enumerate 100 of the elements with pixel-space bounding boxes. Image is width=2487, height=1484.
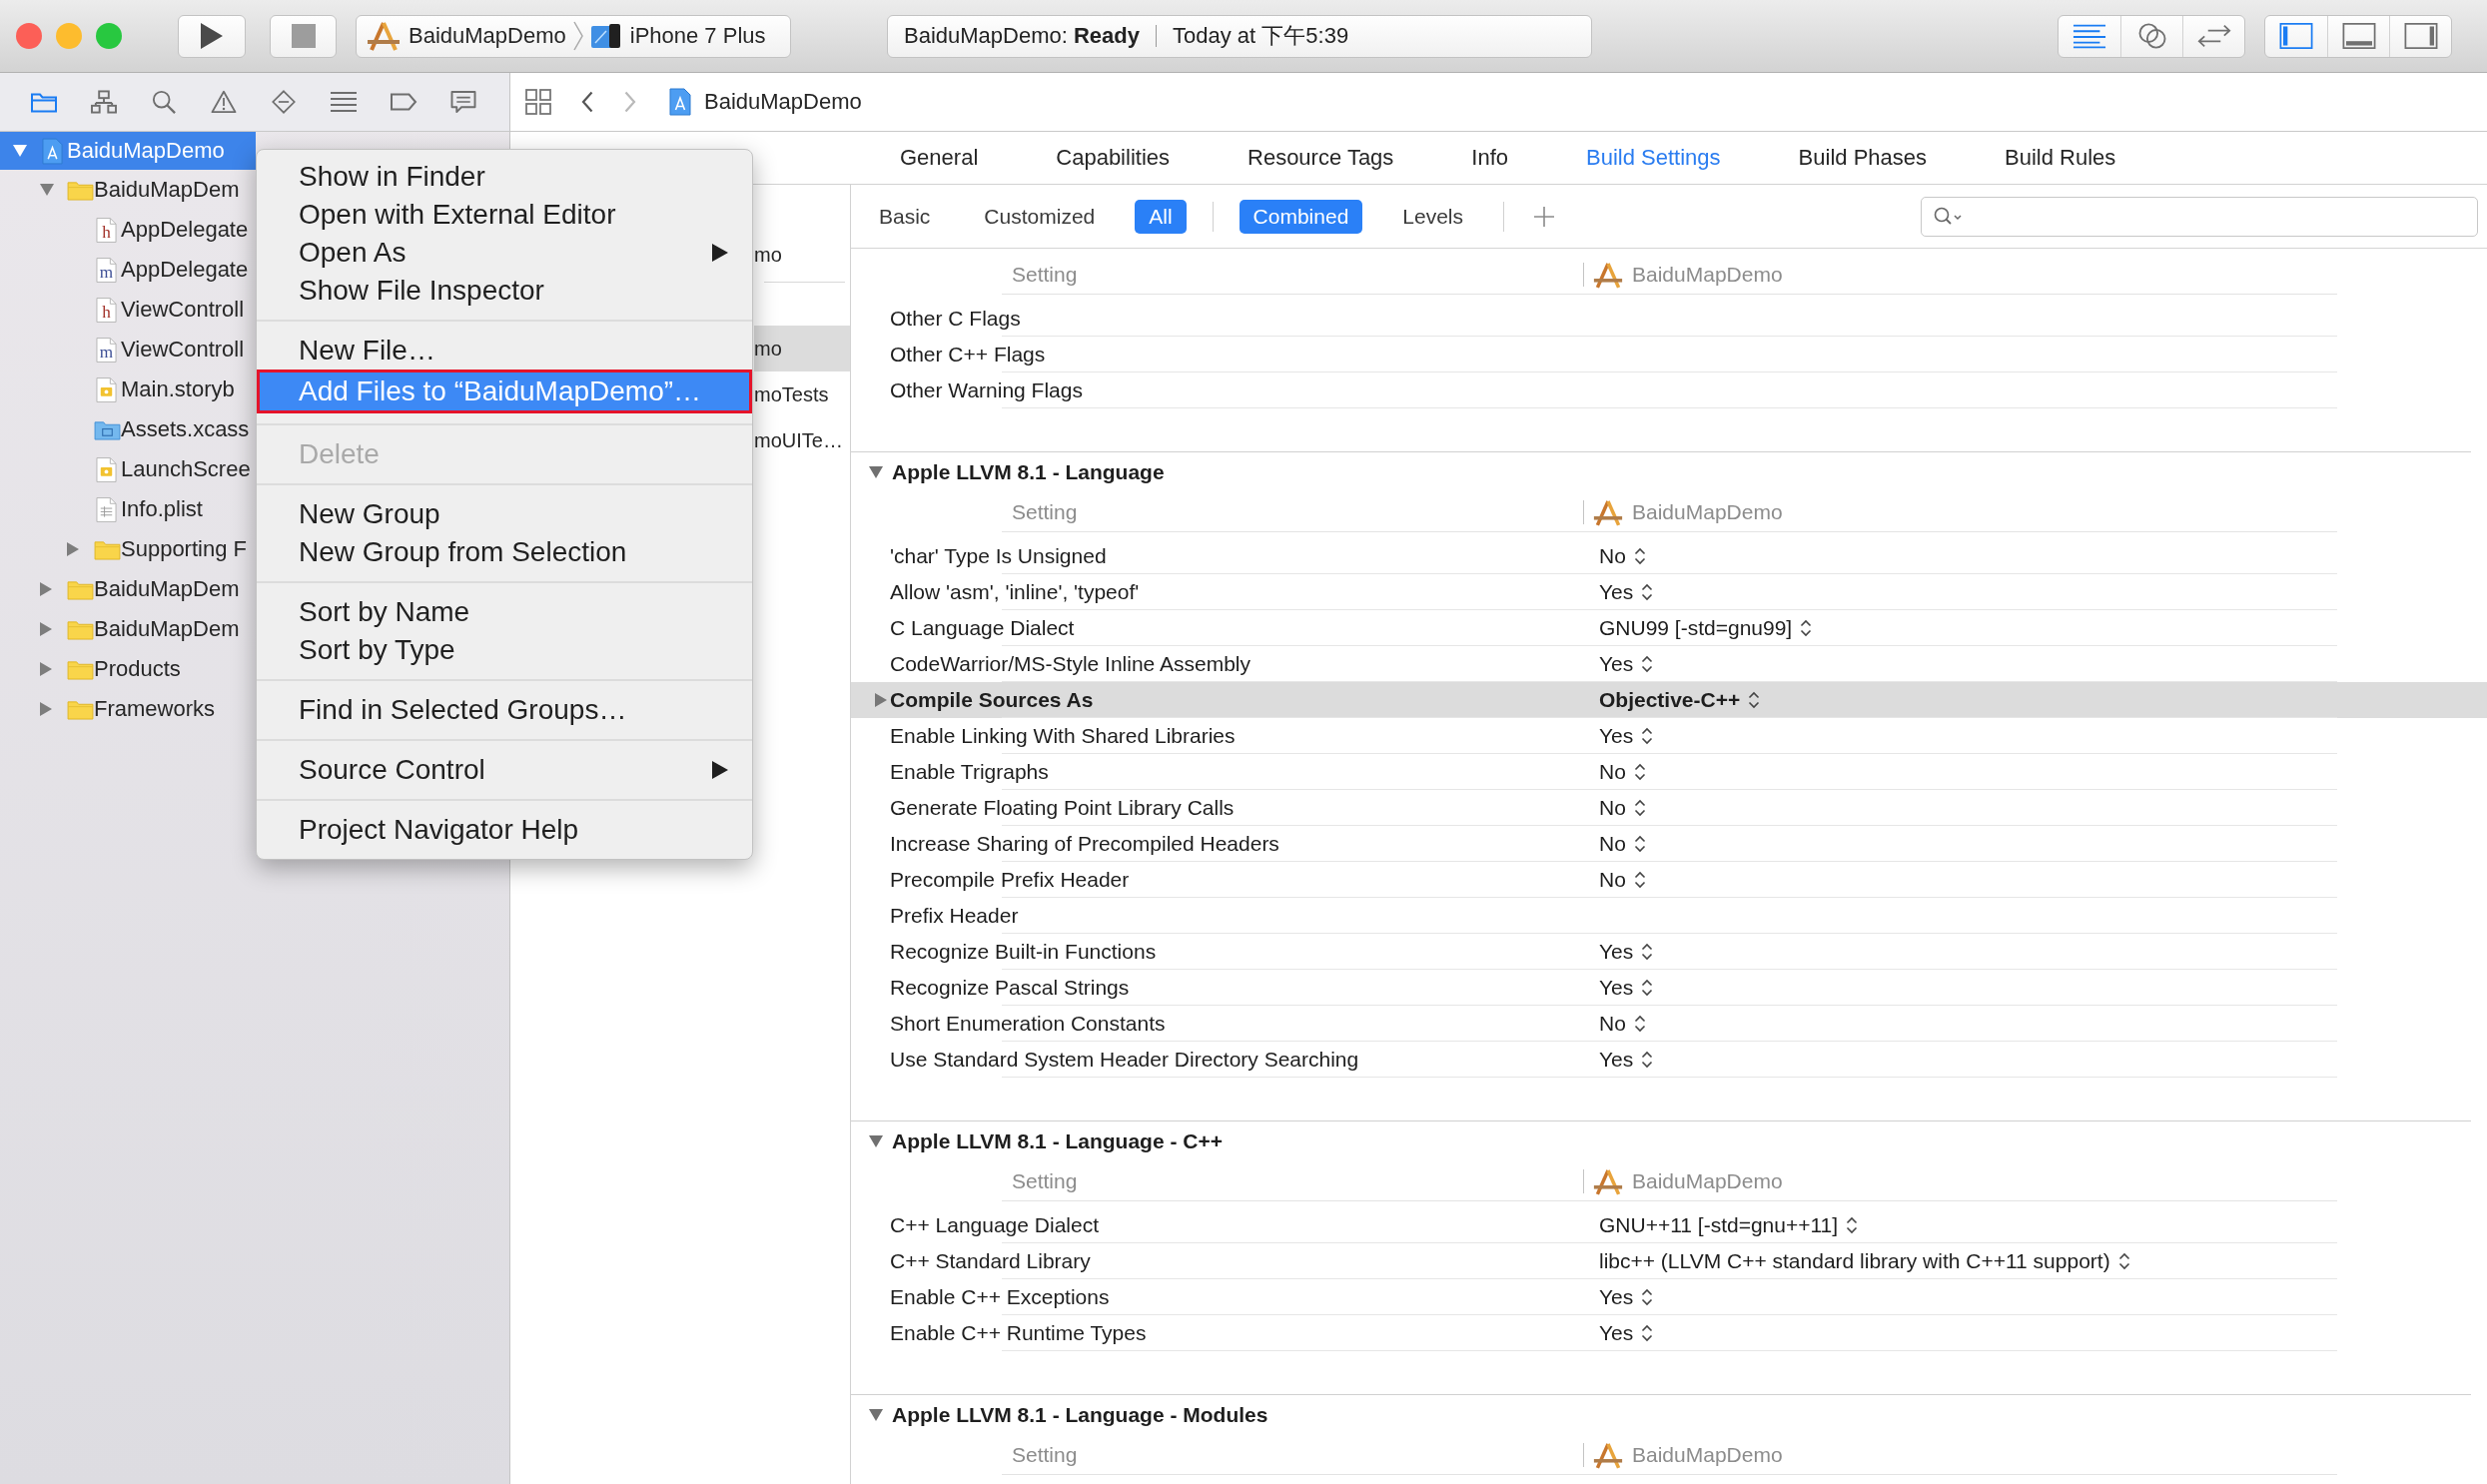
menu-item[interactable]: Sort by Name bbox=[257, 593, 752, 631]
disclosure-triangle-icon[interactable] bbox=[869, 1135, 883, 1147]
updown-chevron-icon[interactable] bbox=[1633, 870, 1646, 890]
disclosure-triangle-icon[interactable] bbox=[40, 622, 52, 636]
tree-item[interactable]: m ViewControll bbox=[0, 330, 256, 370]
tree-item[interactable]: m AppDelegate bbox=[0, 250, 256, 290]
updown-chevron-icon[interactable] bbox=[1641, 942, 1654, 962]
updown-chevron-icon[interactable] bbox=[1641, 1323, 1654, 1343]
target-list-item[interactable]: mo bbox=[754, 326, 850, 371]
setting-row[interactable]: Compile Sources As Objective-C++ bbox=[851, 682, 2487, 718]
speech-bubble-icon[interactable] bbox=[449, 90, 477, 114]
destination-button[interactable]: iPhone 7 Plus bbox=[589, 21, 766, 51]
updown-chevron-icon[interactable] bbox=[1633, 834, 1646, 854]
filter-tab[interactable]: Levels bbox=[1388, 199, 1478, 234]
search-icon[interactable] bbox=[150, 90, 178, 114]
tree-item[interactable]: BaiduMapDem bbox=[0, 170, 256, 210]
updown-chevron-icon[interactable] bbox=[1641, 1287, 1654, 1307]
editor-tab[interactable]: Capabilities bbox=[1056, 145, 1170, 171]
menu-item[interactable]: Open As bbox=[257, 234, 752, 272]
diamond-icon[interactable] bbox=[270, 90, 298, 114]
target-list-item[interactable]: moTests bbox=[754, 371, 850, 417]
disclosure-triangle-icon[interactable] bbox=[869, 1409, 883, 1421]
menu-item[interactable]: Find in Selected Groups… bbox=[257, 691, 752, 729]
filter-tab[interactable]: Customized bbox=[970, 199, 1110, 234]
setting-value: Yes bbox=[1599, 1321, 1634, 1345]
tree-item[interactable]: Info.plist bbox=[0, 489, 256, 529]
editor-tab[interactable]: General bbox=[900, 145, 979, 171]
folder-icon bbox=[67, 658, 94, 680]
updown-chevron-icon[interactable] bbox=[1846, 1215, 1859, 1235]
updown-chevron-icon[interactable] bbox=[1633, 798, 1646, 818]
disclosure-triangle-icon[interactable] bbox=[40, 662, 52, 676]
setting-value: libc++ (LLVM C++ standard library with C++11 support) bbox=[1599, 1249, 2110, 1273]
add-icon[interactable] bbox=[1534, 206, 1555, 227]
updown-chevron-icon[interactable] bbox=[1641, 978, 1654, 998]
warning-icon[interactable] bbox=[210, 90, 238, 114]
updown-chevron-icon[interactable] bbox=[1641, 1050, 1654, 1070]
search-field[interactable] bbox=[1921, 196, 2478, 237]
list-icon[interactable] bbox=[330, 90, 358, 114]
tree-item[interactable]: BaiduMapDem bbox=[0, 569, 256, 609]
editor-tab[interactable]: Build Phases bbox=[1798, 145, 1927, 171]
editor-tab[interactable]: Resource Tags bbox=[1247, 145, 1394, 171]
column-header: BaiduMapDemo bbox=[1632, 500, 1783, 524]
tree-item[interactable]: BaiduMapDemo bbox=[0, 132, 256, 170]
run-button[interactable] bbox=[178, 14, 246, 58]
disclosure-triangle-icon[interactable] bbox=[875, 693, 887, 707]
menu-item[interactable]: New Group from Selection bbox=[257, 533, 752, 571]
updown-chevron-icon[interactable] bbox=[1748, 690, 1761, 710]
menu-item[interactable]: Open with External Editor bbox=[257, 196, 752, 234]
submenu-arrow-icon[interactable] bbox=[712, 761, 728, 779]
hierarchy-icon[interactable] bbox=[90, 90, 118, 114]
menu-item[interactable]: Source Control bbox=[257, 751, 752, 789]
updown-chevron-icon[interactable] bbox=[1633, 1014, 1646, 1034]
jump-bar-item[interactable]: BaiduMapDemo bbox=[669, 88, 862, 116]
menu-item[interactable]: Show File Inspector bbox=[257, 272, 752, 310]
setting-value: No bbox=[1599, 760, 1626, 784]
setting-value: GNU++11 [-std=gnu++11] bbox=[1599, 1213, 1839, 1237]
setting-name: Prefix Header bbox=[890, 904, 1020, 928]
setting-value: No bbox=[1599, 796, 1626, 820]
stop-button[interactable] bbox=[270, 14, 337, 58]
disclosure-triangle-icon[interactable] bbox=[40, 184, 54, 196]
filter-tab[interactable]: All bbox=[1135, 199, 1187, 234]
filter-tab[interactable]: Basic bbox=[865, 199, 945, 234]
disclosure-triangle-icon[interactable] bbox=[869, 466, 883, 478]
updown-chevron-icon[interactable] bbox=[1800, 618, 1813, 638]
editor-tab[interactable]: Info bbox=[1471, 145, 1509, 171]
disclosure-triangle-icon[interactable] bbox=[13, 145, 27, 157]
tree-item[interactable]: BaiduMapDem bbox=[0, 609, 256, 649]
updown-chevron-icon[interactable] bbox=[1633, 546, 1646, 566]
setting-name: Enable C++ Runtime Types bbox=[890, 1321, 1148, 1345]
target-list-item[interactable]: moUITe… bbox=[754, 417, 850, 463]
menu-item[interactable]: Project Navigator Help bbox=[257, 811, 752, 849]
tree-item[interactable]: Products bbox=[0, 649, 256, 689]
tree-item[interactable]: Assets.xcass bbox=[0, 409, 256, 449]
tree-item[interactable]: LaunchScree bbox=[0, 449, 256, 489]
updown-chevron-icon[interactable] bbox=[1641, 726, 1654, 746]
updown-chevron-icon[interactable] bbox=[2117, 1251, 2130, 1271]
filter-tab[interactable]: Combined bbox=[1239, 199, 1363, 234]
tree-item[interactable]: Main.storyb bbox=[0, 370, 256, 409]
menu-item[interactable]: New Group bbox=[257, 495, 752, 533]
chevron-left-icon[interactable] bbox=[581, 91, 593, 113]
updown-chevron-icon[interactable] bbox=[1641, 582, 1654, 602]
disclosure-triangle-icon[interactable] bbox=[40, 582, 52, 596]
source-file-icon: m bbox=[96, 256, 117, 284]
menu-item[interactable]: New File… bbox=[257, 332, 752, 370]
menu-item[interactable]: Sort by Type bbox=[257, 631, 752, 669]
updown-chevron-icon[interactable] bbox=[1641, 654, 1654, 674]
submenu-arrow-icon[interactable] bbox=[712, 244, 728, 262]
scheme-button[interactable]: BaiduMapDemo bbox=[367, 21, 566, 51]
menu-item[interactable]: Show in Finder bbox=[257, 158, 752, 196]
grid-icon[interactable] bbox=[525, 89, 551, 115]
tree-item[interactable]: h ViewControll bbox=[0, 290, 256, 330]
updown-chevron-icon[interactable] bbox=[1633, 762, 1646, 782]
tree-item[interactable]: Frameworks bbox=[0, 689, 256, 729]
editor-tab[interactable]: Build Rules bbox=[2005, 145, 2116, 171]
disclosure-triangle-icon[interactable] bbox=[67, 542, 79, 556]
tree-item[interactable]: h AppDelegate bbox=[0, 210, 256, 250]
editor-tab[interactable]: Build Settings bbox=[1586, 145, 1721, 171]
disclosure-triangle-icon[interactable] bbox=[40, 702, 52, 716]
tree-item[interactable]: Supporting F bbox=[0, 529, 256, 569]
project-list-item[interactable]: mo bbox=[754, 235, 850, 275]
